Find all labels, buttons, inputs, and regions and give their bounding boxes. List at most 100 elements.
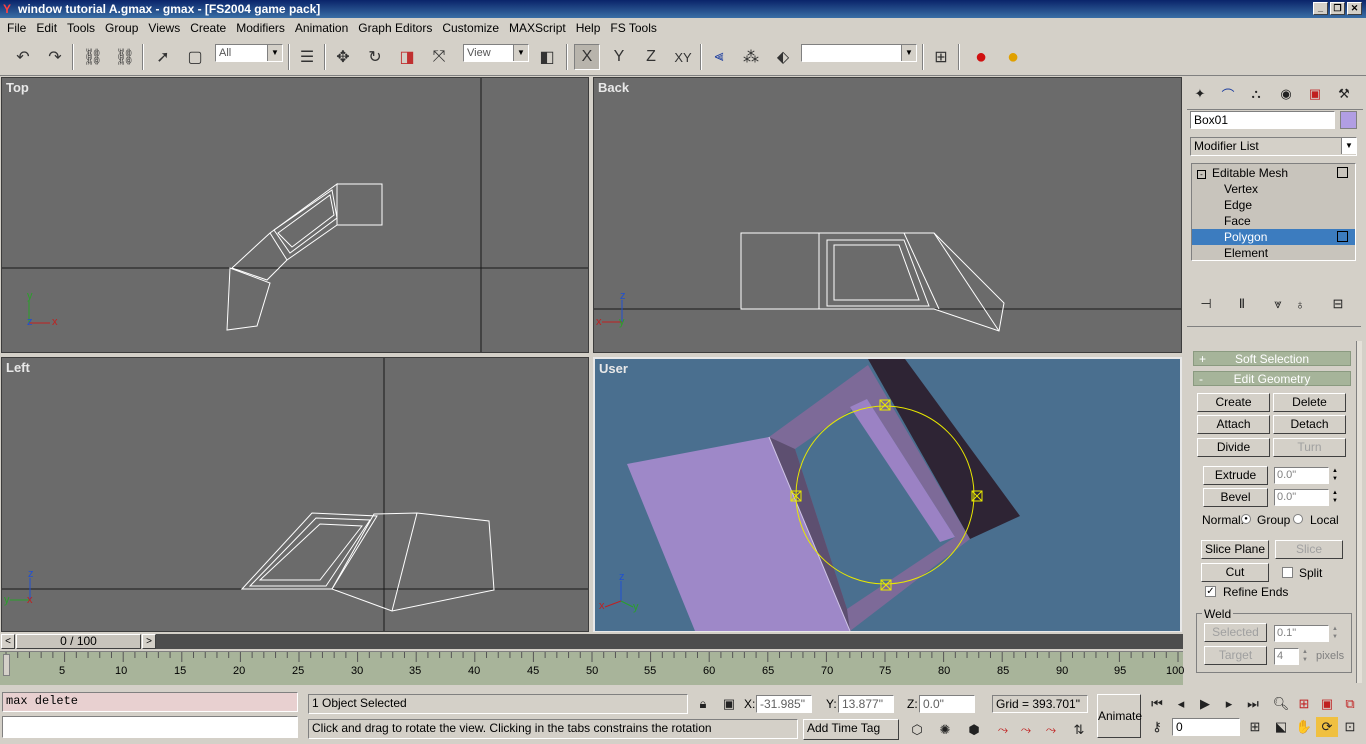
x-coordinate-field[interactable]: -31.985" (756, 695, 812, 713)
close-button[interactable]: ✕ (1347, 2, 1362, 15)
scale-icon[interactable]: ◨ (394, 44, 420, 70)
time-configuration-icon[interactable]: ⊞ (1244, 717, 1266, 737)
window-crossing-icon[interactable]: ⬡ (906, 720, 928, 740)
viewport-user[interactable]: User z x y (593, 357, 1182, 633)
menu-views[interactable]: Views (143, 21, 185, 35)
refine-ends-checkbox[interactable]: ✓ (1205, 586, 1216, 597)
pin-stack-icon[interactable]: ⊣ (1195, 294, 1217, 314)
redo-icon[interactable]: ↷ (42, 44, 68, 70)
time-slider-prev-button[interactable]: < (1, 634, 15, 649)
y-coordinate-field[interactable]: 13.877" (838, 695, 894, 713)
percent-snap-icon[interactable]: ⤳ (992, 720, 1014, 740)
spinner-icon[interactable]: ▲ ▼ (1301, 648, 1309, 665)
object-color-swatch[interactable] (1340, 111, 1357, 129)
animate-button[interactable]: Animate (1097, 694, 1142, 738)
menu-maxscript[interactable]: MAXScript (504, 21, 571, 35)
menu-customize[interactable]: Customize (437, 21, 504, 35)
viewport-top[interactable]: Top y z x (1, 77, 589, 353)
command-panel-scrollbar[interactable] (1356, 341, 1362, 683)
utilities-tab-icon[interactable]: ⚒ (1333, 84, 1355, 104)
named-selection-dropdown[interactable]: ▼ (801, 44, 917, 62)
schematic-view-icon[interactable]: ⊞ (928, 44, 954, 70)
align-icon[interactable]: ⬖ (770, 44, 796, 70)
weld-target-button[interactable]: Target (1204, 646, 1267, 665)
menu-edit[interactable]: Edit (31, 21, 62, 35)
remove-modifier-icon[interactable]: ♁ (1289, 294, 1311, 314)
extrude-amount-field[interactable]: 0.0" (1274, 467, 1329, 484)
rotate-icon[interactable]: ↻ (362, 44, 388, 70)
select-object-icon[interactable]: ➚ (150, 44, 176, 70)
stack-item-editable-mesh[interactable]: - Editable Mesh (1197, 165, 1357, 181)
modifier-list-dropdown[interactable]: Modifier List ▼ (1190, 137, 1357, 156)
show-end-result-icon[interactable]: Ⅱ (1231, 294, 1253, 314)
menu-tools[interactable]: Tools (62, 21, 100, 35)
time-slider-next-button[interactable]: > (142, 634, 156, 649)
angle-snap-icon[interactable]: ⬢ (963, 720, 985, 740)
unlink-icon[interactable]: ⛓ (112, 44, 138, 70)
add-time-tag-button[interactable]: Add Time Tag (803, 719, 899, 740)
bevel-amount-field[interactable]: 0.0" (1274, 489, 1329, 506)
weld-selected-button[interactable]: Selected (1204, 623, 1267, 642)
object-name-field[interactable]: Box01 (1190, 111, 1335, 129)
hierarchy-tab-icon[interactable]: ⛬ (1245, 84, 1267, 104)
key-mode-icon[interactable]: ⇅ (1068, 720, 1090, 740)
stack-item-edge[interactable]: Edge (1224, 197, 1366, 213)
edit-geometry-rollout[interactable]: - Edit Geometry (1193, 371, 1351, 386)
play-icon[interactable]: ▶ (1194, 694, 1216, 714)
divide-button[interactable]: Divide (1197, 438, 1270, 457)
delete-button[interactable]: Delete (1273, 393, 1346, 412)
split-checkbox[interactable] (1282, 567, 1293, 578)
go-to-end-icon[interactable]: ⏭ (1242, 694, 1264, 714)
time-slider[interactable]: 0 / 100 (16, 634, 141, 649)
viewport-back[interactable]: Back z x y (593, 77, 1182, 353)
maximize-viewport-icon[interactable]: ⊡ (1339, 717, 1361, 737)
menu-group[interactable]: Group (100, 21, 143, 35)
normal-local-radio[interactable] (1293, 514, 1303, 524)
menu-animation[interactable]: Animation (290, 21, 353, 35)
weld-threshold-field[interactable]: 0.1" (1274, 625, 1329, 642)
next-frame-icon[interactable]: ▸ (1218, 694, 1240, 714)
use-pivot-center-icon[interactable]: ◧ (534, 44, 560, 70)
mirror-icon[interactable]: ⫷ (706, 44, 732, 70)
undo-icon[interactable]: ↶ (10, 44, 36, 70)
zoom-extents-icon[interactable]: ▣ (1316, 694, 1338, 714)
create-tab-icon[interactable]: ✦ (1189, 84, 1211, 104)
stack-item-face[interactable]: Face (1224, 213, 1366, 229)
make-unique-icon[interactable]: ⩔ (1267, 294, 1289, 314)
attach-button[interactable]: Attach (1197, 415, 1270, 434)
current-frame-field[interactable]: 0 (1172, 718, 1240, 736)
z-coordinate-field[interactable]: 0.0" (919, 695, 975, 713)
select-and-link-icon[interactable]: ⛓ (80, 44, 106, 70)
array-icon[interactable]: ⁂ (738, 44, 764, 70)
zoom-all-icon[interactable]: ⊞ (1293, 694, 1315, 714)
motion-tab-icon[interactable]: ◉ (1275, 84, 1297, 104)
move-icon[interactable]: ✥ (330, 44, 356, 70)
render-scene-icon[interactable]: ● (968, 44, 994, 70)
zoom-icon[interactable]: 🔍︎ (1270, 694, 1292, 714)
absolute-mode-icon[interactable]: ▣ (718, 694, 740, 714)
create-button[interactable]: Create (1197, 393, 1270, 412)
menu-file[interactable]: File (2, 21, 31, 35)
spinner-snap-icon[interactable]: ⤳ (1015, 720, 1037, 740)
reference-coordinate-dropdown[interactable]: View ▼ (463, 44, 529, 62)
turn-button[interactable]: Turn (1273, 438, 1346, 457)
stack-toggle-icon[interactable] (1337, 231, 1348, 242)
soft-selection-rollout[interactable]: + Soft Selection (1193, 351, 1351, 366)
spinner-icon[interactable]: ▲ ▼ (1331, 625, 1339, 642)
menu-help[interactable]: Help (571, 21, 606, 35)
lock-selection-icon[interactable]: 🔒︎ (692, 694, 714, 714)
bevel-button[interactable]: Bevel (1203, 488, 1268, 507)
modify-tab-icon[interactable]: ⌒ (1217, 84, 1239, 104)
track-bar[interactable]: 5 10 15 20 25 30 35 40 45 50 55 60 65 70… (0, 651, 1184, 685)
spinner-icon[interactable]: ▲ ▼ (1331, 467, 1339, 484)
restrict-y-button[interactable]: Y (606, 44, 632, 70)
quick-render-icon[interactable]: ● (1000, 44, 1026, 70)
field-of-view-icon[interactable]: ⬕ (1270, 717, 1292, 737)
restore-button[interactable]: ❐ (1330, 2, 1345, 15)
stack-item-vertex[interactable]: Vertex (1224, 181, 1366, 197)
detach-button[interactable]: Detach (1273, 415, 1346, 434)
pivot-icon[interactable]: ⤧ (426, 44, 452, 70)
extrude-button[interactable]: Extrude (1203, 466, 1268, 485)
previous-frame-icon[interactable]: ◂ (1170, 694, 1192, 714)
display-tab-icon[interactable]: ▣ (1304, 84, 1326, 104)
